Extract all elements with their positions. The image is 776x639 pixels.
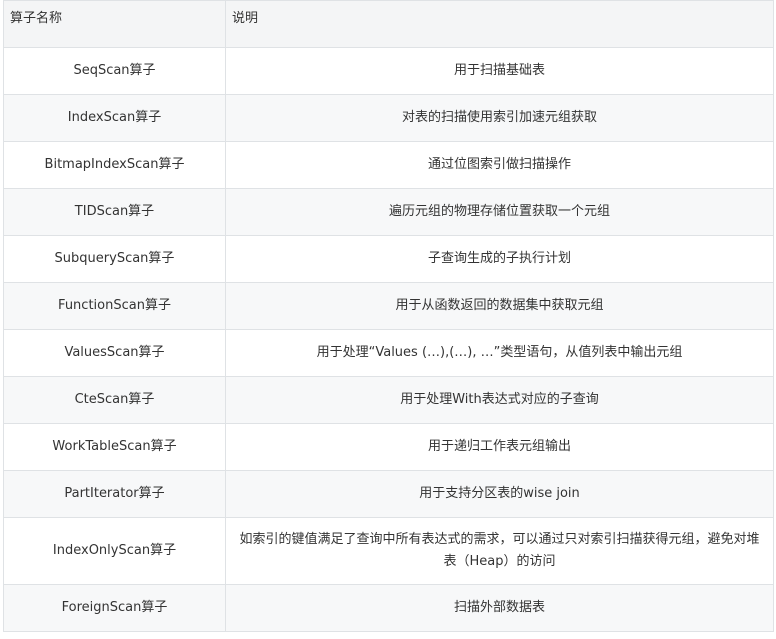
operator-description-cell: 用于处理With表达式对应的子查询	[225, 376, 774, 424]
operator-name-cell: BitmapIndexScan算子	[3, 141, 226, 189]
column-header-name: 算子名称	[3, 0, 226, 48]
operator-description-cell: 用于从函数返回的数据集中获取元组	[225, 282, 774, 330]
operator-name-cell: PartIterator算子	[3, 470, 226, 518]
operator-description-cell: 用于扫描基础表	[225, 47, 774, 95]
table-row: WorkTableScan算子 用于递归工作表元组输出	[3, 423, 774, 471]
operator-description-cell: 通过位图索引做扫描操作	[225, 141, 774, 189]
table-header-row: 算子名称 说明	[3, 0, 774, 48]
operator-name-cell: CteScan算子	[3, 376, 226, 424]
operator-name-cell: ForeignScan算子	[3, 584, 226, 632]
table-row: IndexScan算子 对表的扫描使用索引加速元组获取	[3, 94, 774, 142]
operator-name-cell: SeqScan算子	[3, 47, 226, 95]
operator-description-cell: 扫描外部数据表	[225, 584, 774, 632]
table-row: CteScan算子 用于处理With表达式对应的子查询	[3, 376, 774, 424]
operator-table: 算子名称 说明 SeqScan算子 用于扫描基础表 IndexScan算子 对表…	[3, 0, 774, 632]
table-row: PartIterator算子 用于支持分区表的wise join	[3, 470, 774, 518]
operator-name-cell: WorkTableScan算子	[3, 423, 226, 471]
table-row: TIDScan算子 遍历元组的物理存储位置获取一个元组	[3, 188, 774, 236]
table-row: ValuesScan算子 用于处理“Values (…),(…), …”类型语句…	[3, 329, 774, 377]
operator-name-cell: FunctionScan算子	[3, 282, 226, 330]
operator-name-cell: IndexOnlyScan算子	[3, 517, 226, 585]
table-row: IndexOnlyScan算子 如索引的键值满足了查询中所有表达式的需求，可以通…	[3, 517, 774, 585]
operator-description-cell: 用于递归工作表元组输出	[225, 423, 774, 471]
table-row: BitmapIndexScan算子 通过位图索引做扫描操作	[3, 141, 774, 189]
operator-name-cell: TIDScan算子	[3, 188, 226, 236]
operator-description-cell: 子查询生成的子执行计划	[225, 235, 774, 283]
operator-description-cell: 如索引的键值满足了查询中所有表达式的需求，可以通过只对索引扫描获得元组，避免对堆…	[225, 517, 774, 585]
operator-name-cell: ValuesScan算子	[3, 329, 226, 377]
operator-table-container: 算子名称 说明 SeqScan算子 用于扫描基础表 IndexScan算子 对表…	[3, 0, 774, 632]
operator-description-cell: 用于处理“Values (…),(…), …”类型语句，从值列表中输出元组	[225, 329, 774, 377]
table-row: SeqScan算子 用于扫描基础表	[3, 47, 774, 95]
table-row: FunctionScan算子 用于从函数返回的数据集中获取元组	[3, 282, 774, 330]
column-header-description: 说明	[225, 0, 774, 48]
operator-description-cell: 遍历元组的物理存储位置获取一个元组	[225, 188, 774, 236]
table-row: SubqueryScan算子 子查询生成的子执行计划	[3, 235, 774, 283]
operator-description-cell: 用于支持分区表的wise join	[225, 470, 774, 518]
operator-name-cell: SubqueryScan算子	[3, 235, 226, 283]
operator-description-cell: 对表的扫描使用索引加速元组获取	[225, 94, 774, 142]
operator-name-cell: IndexScan算子	[3, 94, 226, 142]
table-row: ForeignScan算子 扫描外部数据表	[3, 584, 774, 632]
